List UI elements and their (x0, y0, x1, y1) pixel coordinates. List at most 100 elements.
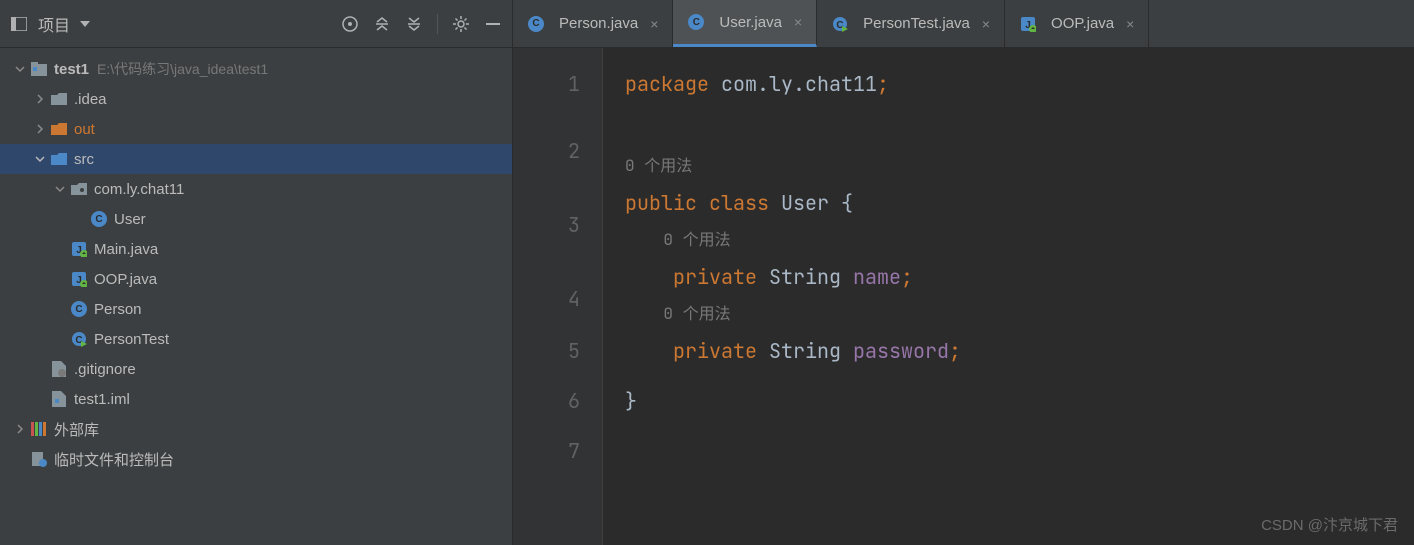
source-folder-icon (50, 150, 68, 168)
tree-folder-idea[interactable]: .idea (0, 84, 512, 114)
close-icon[interactable]: × (650, 16, 658, 32)
scratch-icon (30, 450, 48, 468)
keyword: private (673, 262, 757, 292)
sidebar-title: 项目 (38, 12, 70, 36)
tree-file-persontest[interactable]: C PersonTest (0, 324, 512, 354)
tree-file-iml[interactable]: test1.iml (0, 384, 512, 414)
tree-spacer (32, 391, 48, 407)
chevron-right-icon (12, 421, 28, 437)
semicolon: ; (949, 336, 961, 366)
chevron-right-icon (32, 91, 48, 107)
library-icon (30, 420, 48, 438)
tree-label: .gitignore (74, 361, 136, 378)
tree-label: OOP.java (94, 271, 157, 288)
tree-label: 外部库 (54, 419, 99, 440)
tree-file-oop[interactable]: J OOP.java (0, 264, 512, 294)
tab-label: Person.java (559, 15, 638, 32)
line-number[interactable]: 6 (513, 376, 580, 426)
tree-spacer (52, 241, 68, 257)
close-icon[interactable]: × (1126, 16, 1134, 32)
code-line-1: package com.ly.chat11; (625, 64, 1414, 104)
line-gutter: 1 2 3 4 5 6 7 (513, 48, 603, 545)
java-class-icon: J (1019, 15, 1037, 33)
tree-root[interactable]: test1 E:\代码练习\java_idea\test1 (0, 54, 512, 84)
brace: { (841, 188, 853, 218)
tree-path: E:\代码练习\java_idea\test1 (97, 59, 268, 79)
chevron-down-icon (12, 61, 28, 77)
keyword: private (673, 336, 757, 366)
tab-person[interactable]: C Person.java × (513, 0, 673, 47)
expand-all-icon[interactable] (373, 15, 391, 33)
keyword: class (697, 188, 769, 218)
hint-text: 0 个用法 (663, 302, 730, 326)
dropdown-icon[interactable] (76, 15, 94, 33)
indent (625, 336, 673, 366)
keyword: public (625, 188, 697, 218)
minimize-icon[interactable] (484, 15, 502, 33)
module-icon (30, 60, 48, 78)
tree-label: com.ly.chat11 (94, 181, 184, 198)
tree-file-main[interactable]: J Main.java (0, 234, 512, 264)
editor-body: 1 2 3 4 5 6 7 package com.ly.chat11; 0 个… (513, 48, 1414, 545)
target-icon[interactable] (341, 15, 359, 33)
chevron-down-icon (52, 181, 68, 197)
brace: } (625, 386, 637, 416)
usage-hint[interactable]: 0 个用法 (625, 302, 1414, 326)
tree-label: Main.java (94, 241, 158, 258)
gear-icon[interactable] (452, 15, 470, 33)
line-number[interactable]: 2 (513, 104, 580, 178)
keyword: package (625, 69, 709, 99)
folder-icon (50, 90, 68, 108)
tree-label: User (114, 211, 146, 228)
tree-label: Person (94, 301, 142, 318)
test-class-icon: C (831, 15, 849, 33)
tree-spacer (52, 331, 68, 347)
line-number[interactable]: 7 (513, 426, 580, 476)
field: password (853, 336, 949, 366)
tree-package[interactable]: com.ly.chat11 (0, 174, 512, 204)
java-class-icon: J (70, 240, 88, 258)
project-tree: test1 E:\代码练习\java_idea\test1 .idea out … (0, 48, 512, 545)
tree-external-libs[interactable]: 外部库 (0, 414, 512, 444)
tree-file-person[interactable]: C Person (0, 294, 512, 324)
code-line-4: private String name; (625, 252, 1414, 302)
code-line-3: public class User { (625, 178, 1414, 228)
tree-label: test1 (54, 61, 89, 78)
chevron-down-icon (32, 151, 48, 167)
class-icon: C (90, 210, 108, 228)
tree-label: PersonTest (94, 331, 169, 348)
tree-scratches[interactable]: 临时文件和控制台 (0, 444, 512, 474)
tab-label: User.java (719, 14, 782, 31)
tab-user[interactable]: C User.java × (673, 0, 817, 47)
tree-spacer (52, 271, 68, 287)
collapse-all-icon[interactable] (405, 15, 423, 33)
close-icon[interactable]: × (794, 14, 802, 30)
java-class-icon: J (70, 270, 88, 288)
line-number[interactable]: 1 (513, 64, 580, 104)
tab-persontest[interactable]: C PersonTest.java × (817, 0, 1005, 47)
class-icon: C (527, 15, 545, 33)
usage-hint[interactable]: 0 个用法 (625, 228, 1414, 252)
class-icon: C (687, 13, 705, 31)
close-icon[interactable]: × (982, 16, 990, 32)
project-view-icon[interactable] (10, 15, 28, 33)
code-line-2 (625, 104, 1414, 154)
indent (625, 228, 663, 252)
tab-oop[interactable]: J OOP.java × (1005, 0, 1149, 47)
usage-hint[interactable]: 0 个用法 (625, 154, 1414, 178)
tab-label: PersonTest.java (863, 15, 970, 32)
tree-file-gitignore[interactable]: .gitignore (0, 354, 512, 384)
code-content[interactable]: package com.ly.chat11; 0 个用法 public clas… (603, 48, 1414, 545)
package-name: com.ly.chat11 (709, 69, 877, 99)
line-number[interactable]: 4 (513, 252, 580, 326)
line-number[interactable]: 3 (513, 178, 580, 252)
tree-spacer (52, 301, 68, 317)
tree-file-user[interactable]: C User (0, 204, 512, 234)
hint-text: 0 个用法 (663, 228, 730, 252)
line-number[interactable]: 5 (513, 326, 580, 376)
semicolon: ; (901, 262, 913, 292)
tree-folder-out[interactable]: out (0, 114, 512, 144)
package-icon (70, 180, 88, 198)
tree-folder-src[interactable]: src (0, 144, 512, 174)
code-line-7 (625, 426, 1414, 476)
